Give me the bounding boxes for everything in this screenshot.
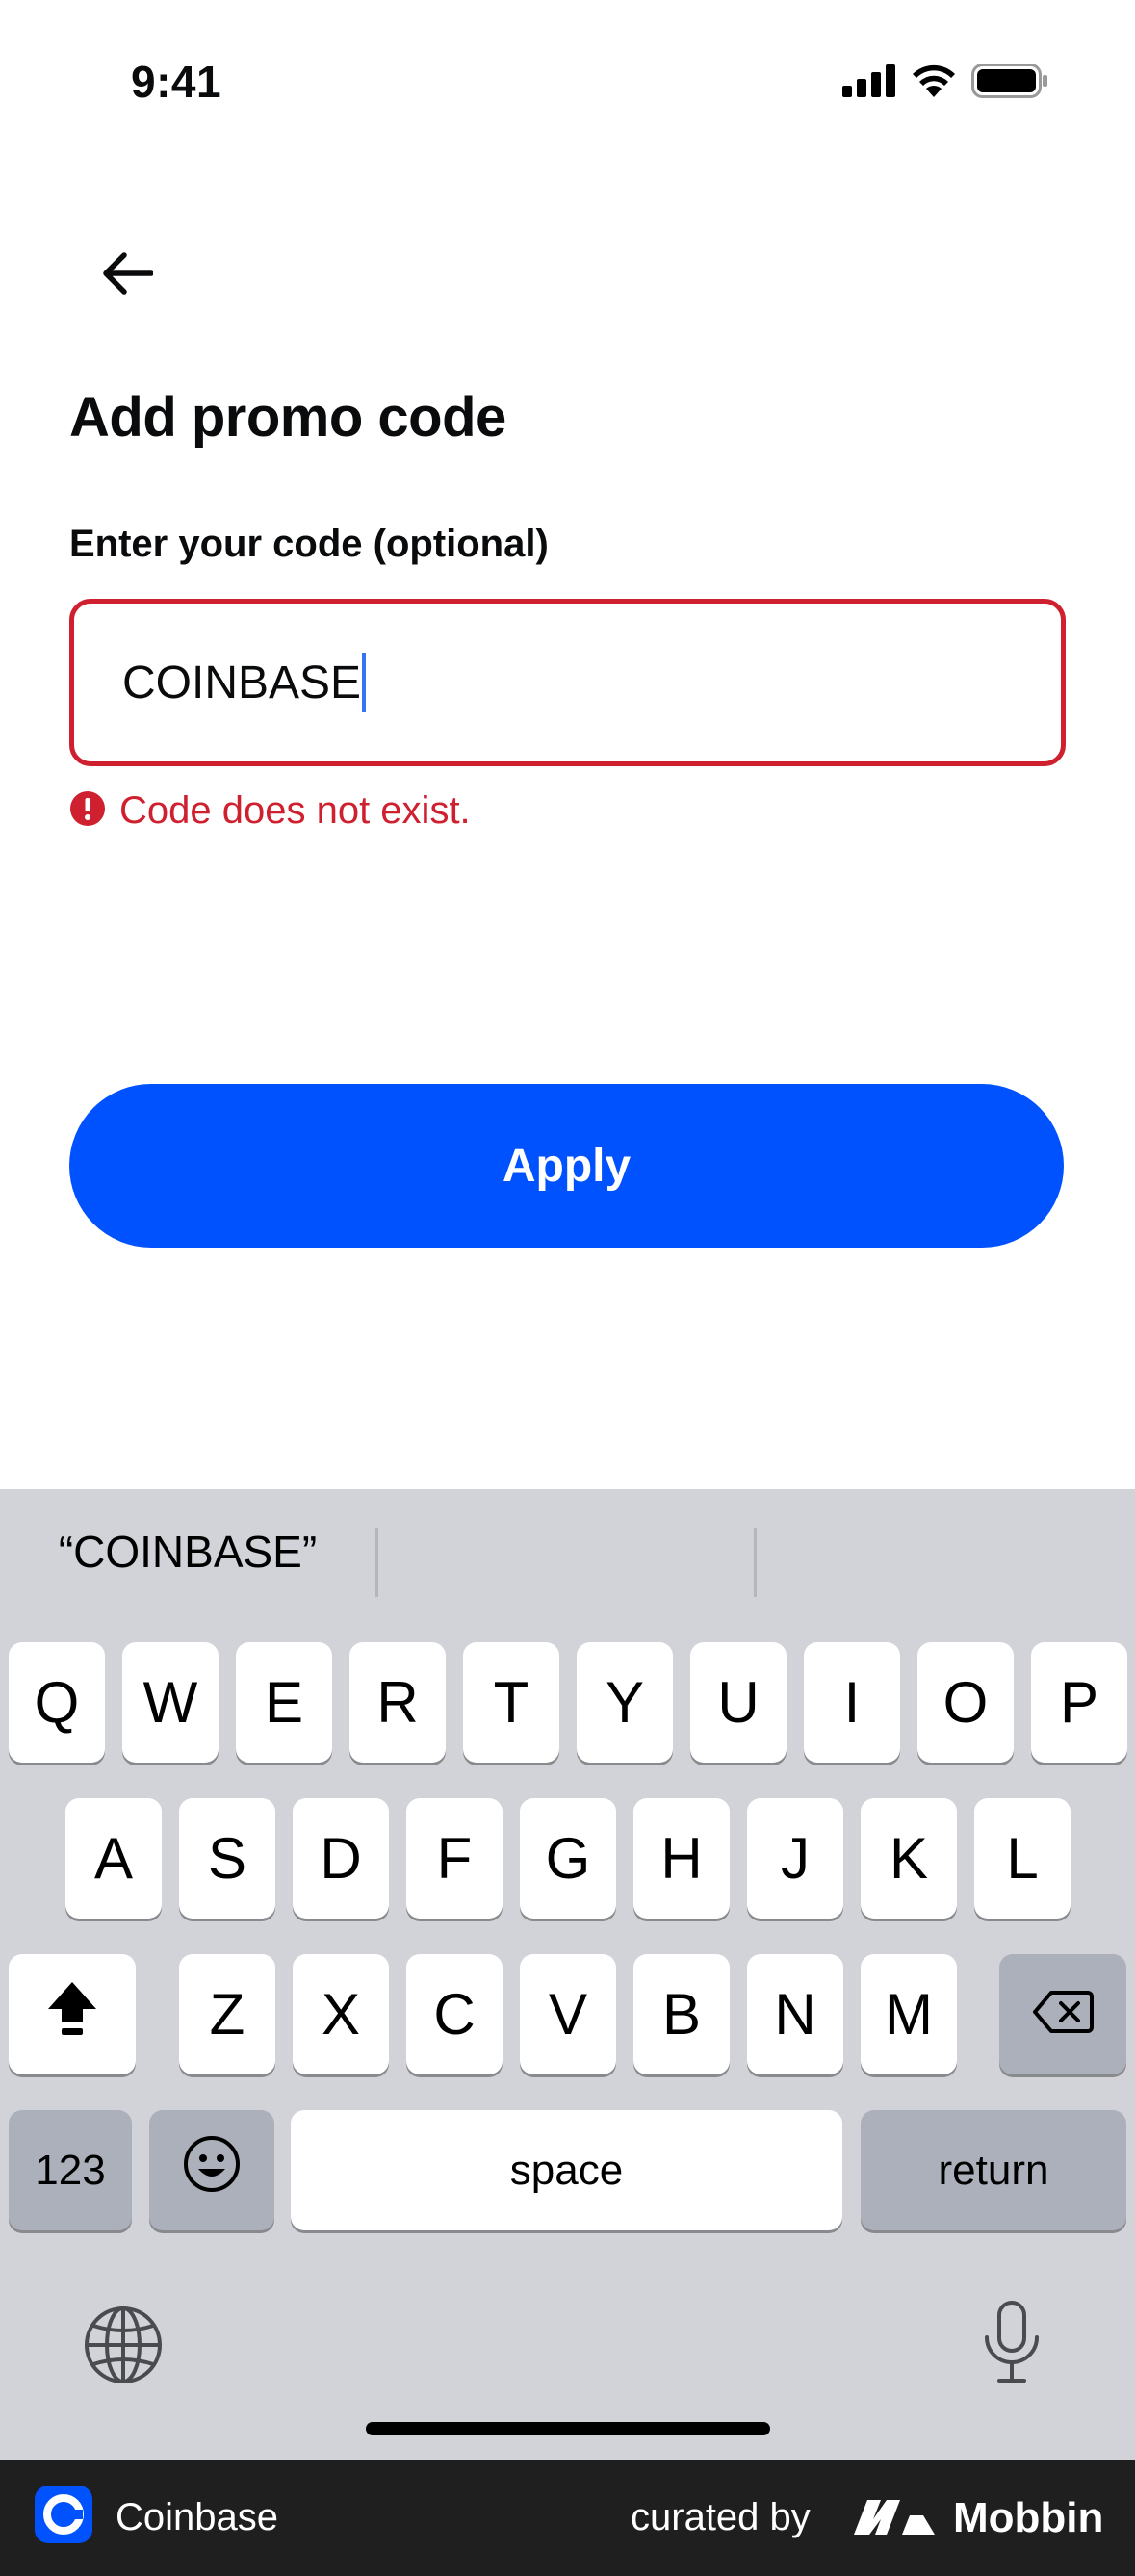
shift-key[interactable]	[9, 1954, 136, 2074]
key-v[interactable]: V	[520, 1954, 616, 2074]
suggestion-3[interactable]	[757, 1489, 1135, 1614]
space-key[interactable]: space	[291, 2110, 842, 2230]
mobbin-logo-icon	[852, 2496, 937, 2541]
key-w[interactable]: W	[122, 1642, 219, 1763]
promo-code-value[interactable]: COINBASE	[122, 604, 989, 761]
key-o[interactable]: O	[917, 1642, 1014, 1763]
key-z[interactable]: Z	[179, 1954, 275, 2074]
key-d[interactable]: D	[293, 1798, 389, 1919]
key-i[interactable]: I	[804, 1642, 900, 1763]
return-key[interactable]: return	[861, 2110, 1126, 2230]
battery-icon	[971, 64, 1048, 103]
error-text: Code does not exist.	[119, 789, 471, 832]
key-s[interactable]: S	[179, 1798, 275, 1919]
key-p[interactable]: P	[1031, 1642, 1127, 1763]
key-b[interactable]: B	[633, 1954, 730, 2074]
footer-bar: Coinbase curated by Mobbin	[0, 2460, 1135, 2576]
key-e[interactable]: E	[236, 1642, 332, 1763]
back-button[interactable]	[92, 241, 162, 310]
key-h[interactable]: H	[633, 1798, 730, 1919]
backspace-key[interactable]	[999, 1954, 1126, 2074]
key-q[interactable]: Q	[9, 1642, 105, 1763]
key-k[interactable]: K	[861, 1798, 957, 1919]
apply-button[interactable]: Apply	[69, 1084, 1064, 1248]
footer-curated-by: curated by	[631, 2496, 811, 2538]
backspace-icon	[1032, 1981, 1094, 2048]
microphone-icon[interactable]	[978, 2299, 1045, 2390]
footer-app-name: Coinbase	[116, 2496, 279, 2538]
home-indicator	[366, 2422, 770, 2435]
status-time: 9:41	[131, 57, 222, 107]
coinbase-logo-icon	[35, 2486, 92, 2543]
error-message: Code does not exist.	[69, 789, 471, 833]
key-f[interactable]: F	[406, 1798, 503, 1919]
globe-icon[interactable]	[83, 2305, 164, 2390]
key-y[interactable]: Y	[577, 1642, 673, 1763]
suggestion-1[interactable]: “COINBASE”	[0, 1489, 375, 1614]
key-j[interactable]: J	[747, 1798, 843, 1919]
numbers-key[interactable]: 123	[9, 2110, 132, 2230]
promo-code-text: COINBASE	[122, 657, 362, 708]
arrow-left-icon	[101, 251, 154, 300]
shift-icon	[46, 1980, 98, 2049]
key-g[interactable]: G	[520, 1798, 616, 1919]
text-caret	[362, 653, 367, 712]
promo-code-input[interactable]: COINBASE	[69, 599, 1066, 766]
key-r[interactable]: R	[349, 1642, 446, 1763]
key-n[interactable]: N	[747, 1954, 843, 2074]
emoji-key[interactable]	[149, 2110, 274, 2230]
field-label: Enter your code (optional)	[69, 523, 549, 565]
error-circle-icon	[69, 790, 106, 832]
status-icons	[842, 64, 1048, 103]
footer-brand: Mobbin	[953, 2493, 1104, 2541]
cellular-signal-icon	[842, 64, 896, 102]
wifi-icon	[912, 64, 956, 102]
suggestion-bar: “COINBASE”	[0, 1489, 1135, 1614]
key-t[interactable]: T	[463, 1642, 559, 1763]
suggestion-2[interactable]	[378, 1489, 754, 1614]
emoji-icon	[182, 2134, 242, 2207]
key-c[interactable]: C	[406, 1954, 503, 2074]
key-m[interactable]: M	[861, 1954, 957, 2074]
key-u[interactable]: U	[690, 1642, 787, 1763]
key-x[interactable]: X	[293, 1954, 389, 2074]
page-title: Add promo code	[69, 386, 506, 449]
key-l[interactable]: L	[974, 1798, 1071, 1919]
key-a[interactable]: A	[65, 1798, 162, 1919]
